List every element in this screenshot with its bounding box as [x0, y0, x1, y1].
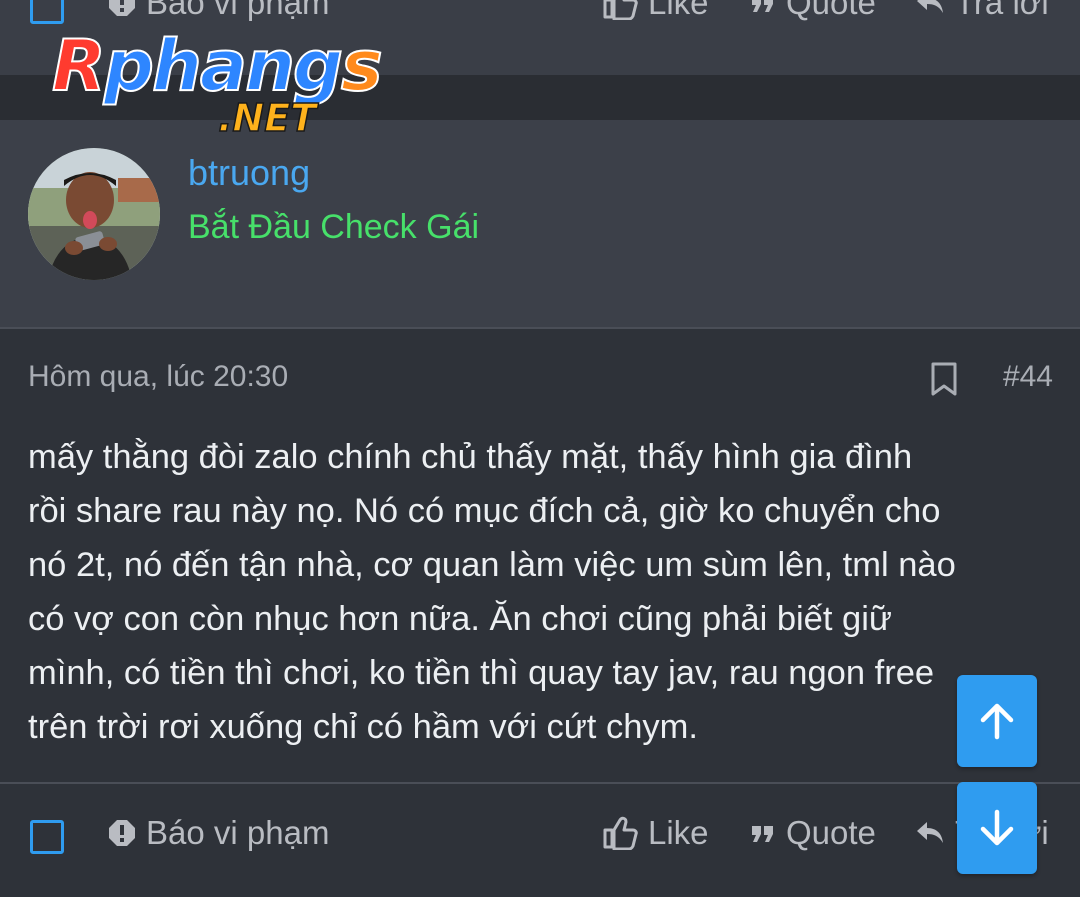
reply-icon — [917, 822, 943, 843]
report-button[interactable]: Báo vi phạm — [108, 0, 329, 22]
quote-label: Quote — [786, 814, 876, 851]
report-label: Báo vi phạm — [146, 0, 330, 21]
action-row: Báo vi phạm Like Quote Trả lời — [0, 808, 1080, 868]
user-title: Bắt Đầu Check Gái — [188, 208, 480, 246]
select-checkbox[interactable] — [30, 0, 64, 24]
post-line: nó 2t, nó đến tận nhà, cơ quan làm việc … — [28, 546, 956, 584]
reply-button[interactable]: Trả lời — [915, 0, 1049, 22]
post-timestamp[interactable]: Hôm qua, lúc 20:30 — [28, 360, 288, 394]
post-content: mấy thằng đòi zalo chính chủ thấy mặt, t… — [28, 430, 1058, 754]
post-actions: Báo vi phạm Like Quote Trả lời — [0, 784, 1080, 897]
arrow-down-icon — [980, 809, 1014, 846]
post-line: mình, có tiền thì chơi, ko tiền thì quay… — [28, 654, 935, 692]
avatar-image — [28, 148, 160, 280]
reply-label: Trả lời — [955, 0, 1049, 21]
report-button[interactable]: Báo vi phạm — [108, 814, 329, 852]
like-button[interactable]: Like — [602, 814, 709, 852]
arrow-up-icon — [980, 703, 1014, 740]
alert-icon — [109, 0, 135, 16]
post-line: mấy thằng đòi zalo chính chủ thấy mặt, t… — [28, 438, 913, 476]
like-label: Like — [648, 0, 709, 21]
scroll-to-bottom-button[interactable] — [957, 782, 1037, 874]
site-logo[interactable]: Rphangs .NET — [51, 25, 384, 146]
like-button[interactable]: Like — [602, 0, 709, 22]
quote-label: Quote — [786, 0, 876, 21]
like-label: Like — [648, 814, 709, 851]
reply-icon — [917, 0, 943, 13]
post-line: trên trời rơi xuống chỉ có hầm với cứt c… — [28, 708, 698, 746]
select-checkbox[interactable] — [30, 820, 64, 854]
bookmark-icon[interactable] — [930, 362, 958, 401]
post-number-link[interactable]: #44 — [1003, 360, 1053, 394]
quote-button[interactable]: Quote — [750, 814, 876, 852]
report-label: Báo vi phạm — [146, 814, 330, 851]
post-line: có vợ con còn nhục hơn nữa. Ăn chơi cũng… — [28, 600, 892, 638]
avatar[interactable] — [28, 148, 160, 280]
quote-icon — [752, 0, 773, 12]
divider — [0, 327, 1080, 329]
scroll-to-top-button[interactable] — [957, 675, 1037, 767]
quote-button[interactable]: Quote — [750, 0, 876, 22]
thumbs-up-icon — [603, 0, 638, 20]
post-line: rồi share rau này nọ. Nó có mục đích cả,… — [28, 492, 941, 530]
logo-wordmark: Rphangs — [51, 25, 384, 107]
quote-icon — [752, 826, 773, 842]
post-user-header: btruong Bắt Đầu Check Gái — [0, 120, 1080, 327]
thumbs-up-icon — [603, 816, 638, 850]
logo-suffix: .NET — [217, 95, 317, 141]
username-link[interactable]: btruong — [188, 152, 310, 194]
alert-icon — [109, 820, 135, 846]
